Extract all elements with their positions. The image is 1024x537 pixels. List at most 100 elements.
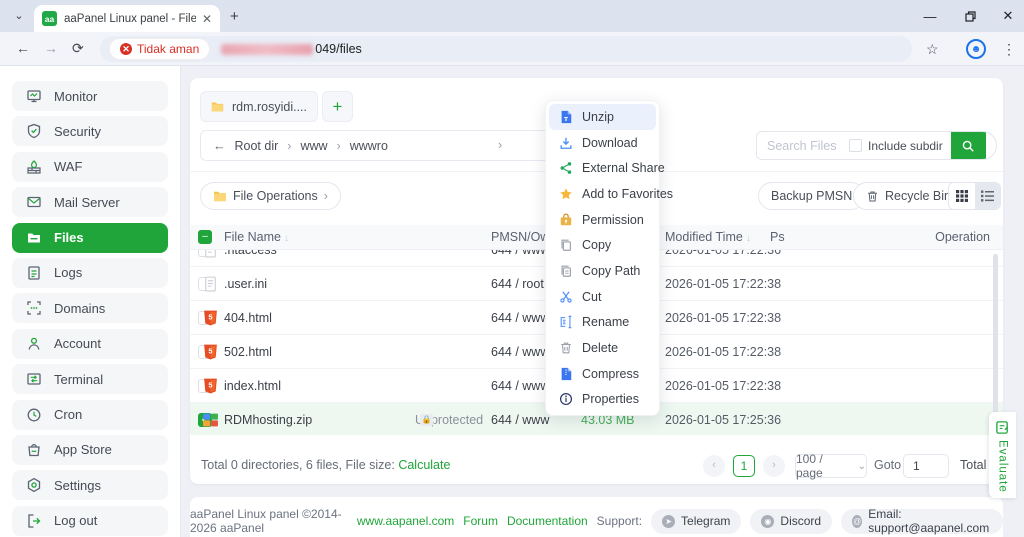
file-owner: 644 / root [491,277,544,291]
sidebar-item-waf[interactable]: WAF [12,152,168,182]
grid-view-button[interactable] [949,183,975,209]
add-directory-tab-button[interactable]: + [322,91,353,122]
support-label: Support: [597,514,642,528]
list-view-icon [981,190,994,202]
file-name[interactable]: RDMhosting.zip [224,413,312,427]
new-tab-button[interactable]: + [230,8,239,25]
menu-item-label: Copy Path [582,264,640,278]
menu-item-properties[interactable]: Properties [549,387,656,413]
search-input[interactable] [757,139,849,153]
select-all-checkbox[interactable]: – [198,230,212,244]
recycle-bin-label: Recycle Bin [885,189,951,203]
account-icon [26,336,42,352]
menu-item-delete[interactable]: Delete [549,335,656,361]
file-operations-button[interactable]: File Operations › [200,182,341,210]
tab-search-chevron-icon[interactable]: ⌄ [12,9,26,23]
security-warning-badge[interactable]: ✕ Tidak aman [110,39,209,59]
breadcrumb-segment-root[interactable]: Root dir [235,139,279,153]
file-name[interactable]: index.html [224,379,281,393]
breadcrumb-back-icon[interactable]: ← [213,139,226,153]
next-page-button[interactable]: › [763,455,785,477]
directory-tab[interactable]: rdm.rosyidi.... [200,91,318,122]
column-file-name[interactable]: File Name [224,230,289,244]
email-icon: @ [852,515,862,528]
window-close-button[interactable]: ✕ [988,0,1024,32]
sidebar-item-settings[interactable]: Settings [12,470,168,500]
sidebar-item-files[interactable]: Files [12,223,168,253]
file-name[interactable]: .user.ini [224,277,267,291]
window-restore-button[interactable] [950,0,990,32]
cut-icon [559,290,573,304]
footer-link-documentation[interactable]: Documentation [507,514,588,528]
bookmark-star-icon[interactable]: ☆ [926,41,939,58]
file-owner: 644 / www [491,413,549,427]
discord-label: Discord [780,514,821,528]
not-secure-label: Tidak aman [137,42,199,56]
file-modified: 2026-01-05 17:22:38 [665,311,781,325]
sidebar-item-app-store[interactable]: App Store [12,435,168,465]
menu-item-copy[interactable]: Copy [549,232,656,258]
email-support-button[interactable]: @Email: support@aapanel.com [841,509,1003,534]
forward-icon[interactable]: → [44,40,58,56]
list-view-button[interactable] [975,183,1001,209]
discord-button[interactable]: ◉Discord [750,509,832,534]
menu-item-unzip[interactable]: Unzip [549,104,656,130]
browser-menu-icon[interactable]: ⋮ [1002,41,1016,58]
svg-text:5: 5 [208,312,212,321]
menu-item-permission[interactable]: Permission [549,207,656,233]
menu-item-add-to-favorites[interactable]: Add to Favorites [549,181,656,207]
goto-page-input[interactable] [903,454,949,478]
tab-close-icon[interactable]: ✕ [202,12,212,26]
menu-item-external-share[interactable]: External Share [549,155,656,181]
telegram-button[interactable]: ➤Telegram [651,509,741,534]
copyright-text: aaPanel Linux panel ©2014-2026 aaPanel [190,507,348,535]
lock-icon[interactable]: 🔒 [420,414,433,426]
url-omnibox[interactable]: ✕ Tidak aman 049/files [100,36,912,62]
breadcrumb-segment-wwwroot[interactable]: wwwro [350,139,388,153]
sidebar-item-mail-server[interactable]: Mail Server [12,187,168,217]
column-modified-time[interactable]: Modified Time [665,230,751,244]
footer-link-website[interactable]: www.aapanel.com [357,514,454,528]
breadcrumb-separator-icon [287,139,291,153]
back-icon[interactable]: ← [16,40,30,56]
sidebar-item-log-out[interactable]: Log out [12,506,168,536]
zip-file-icon [202,411,219,428]
sidebar-item-logs[interactable]: Logs [12,258,168,288]
prev-page-button[interactable]: ‹ [703,455,725,477]
breadcrumb-segment-www[interactable]: www [300,139,327,153]
mail-icon [26,194,42,210]
file-name[interactable]: 502.html [224,345,272,359]
info-icon [559,392,573,406]
menu-item-rename[interactable]: Rename [549,310,656,336]
evaluate-tab[interactable]: Evaluate [989,412,1016,498]
breadcrumb-bar: ← Root dir www wwwro [200,130,602,161]
sidebar-item-account[interactable]: Account [12,329,168,359]
menu-item-copy-path[interactable]: Copy Path [549,258,656,284]
table-scrollbar[interactable] [993,254,998,432]
include-subdir-label: Include subdir [868,139,943,153]
include-subdir-checkbox[interactable] [849,139,862,152]
browser-tab[interactable]: aa aaPanel Linux panel - Files ✕ [34,5,220,32]
menu-item-compress[interactable]: Compress [549,361,656,387]
menu-item-cut[interactable]: Cut [549,284,656,310]
backup-pmsn-button[interactable]: Backup PMSN [758,182,865,210]
profile-avatar[interactable]: ☻ [966,39,986,59]
current-page[interactable]: 1 [733,455,755,477]
sidebar-item-monitor[interactable]: Monitor [12,81,168,111]
folder-icon [213,190,227,202]
sidebar-item-security[interactable]: Security [12,116,168,146]
calculate-link[interactable]: Calculate [398,458,450,472]
aapanel-app: Monitor Security WAF Mail Server Files L… [0,66,1024,537]
window-minimize-button[interactable]: — [910,0,950,32]
menu-item-download[interactable]: Download [549,130,656,156]
search-button[interactable] [951,131,986,160]
column-ps[interactable]: Ps [770,230,785,244]
reload-icon[interactable]: ⟳ [72,40,84,57]
footer-link-forum[interactable]: Forum [463,514,498,528]
file-name[interactable]: .htaccess [224,250,277,257]
sidebar-item-terminal[interactable]: Terminal [12,364,168,394]
sidebar-item-cron[interactable]: Cron [12,400,168,430]
sidebar-item-domains[interactable]: Domains [12,293,168,323]
file-name[interactable]: 404.html [224,311,272,325]
per-page-select[interactable]: 100 / page ⌄ [795,454,867,478]
